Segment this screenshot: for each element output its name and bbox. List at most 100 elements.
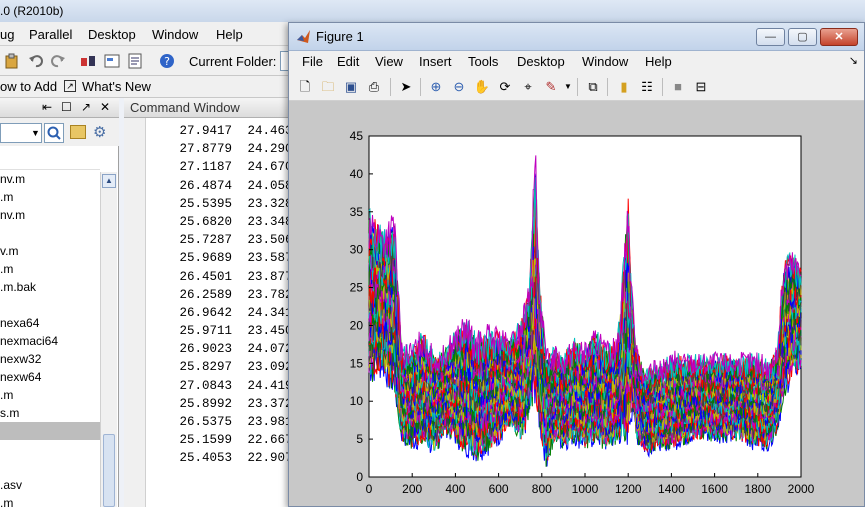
scroll-up-icon[interactable]: ▲	[102, 174, 116, 188]
fig-menu-edit[interactable]: Edit	[337, 54, 359, 69]
panel-undock-icon[interactable]: ⇤	[42, 100, 52, 114]
save-icon[interactable]: ▣	[342, 78, 360, 96]
plot-area[interactable]: 0 200 400 600 800 1000 1200 1400 1600 1800 2000 0 5 1…	[289, 101, 865, 507]
command-output-value: 27.9417	[179, 124, 232, 138]
guide-icon[interactable]	[104, 53, 120, 69]
fig-menu-tools[interactable]: Tools	[468, 54, 498, 69]
menu-desktop[interactable]: Desktop	[88, 27, 136, 42]
file-list-item[interactable]: .m	[0, 494, 100, 507]
pointer-icon[interactable]: ➤	[397, 78, 415, 96]
file-list-item[interactable]: nexw64	[0, 368, 100, 386]
whats-new-link[interactable]: What's New	[82, 79, 151, 94]
fig-menu-help[interactable]: Help	[645, 54, 672, 69]
panel-close-icon[interactable]: ✕	[100, 100, 110, 114]
toolbar-separator	[662, 78, 663, 96]
x-tick-label: 2000	[788, 482, 815, 496]
scroll-thumb[interactable]	[103, 434, 115, 507]
colorbar-icon[interactable]: ▮	[615, 78, 633, 96]
help-icon[interactable]: ?	[159, 53, 175, 69]
file-list-item[interactable]	[0, 296, 100, 314]
x-tick-label: 400	[445, 482, 465, 496]
menu-debug[interactable]: ug	[0, 27, 14, 42]
figure-window[interactable]: Figure 1 — ▢ ✕ File Edit View Insert Too…	[288, 22, 865, 507]
folder-path-dropdown[interactable]: ▼	[0, 123, 42, 143]
toolbar-separator	[577, 78, 578, 96]
figure-canvas[interactable]: 0 200 400 600 800 1000 1200 1400 1600 1800 2000 0 5 1…	[289, 101, 865, 507]
file-list-item[interactable]: .m	[0, 260, 100, 278]
paste-icon[interactable]	[4, 53, 20, 69]
menu-window[interactable]: Window	[152, 27, 198, 42]
x-tick-label: 800	[532, 482, 552, 496]
fig-menu-insert[interactable]: Insert	[419, 54, 452, 69]
shortcuts-howto-link[interactable]: ow to Add	[0, 79, 57, 94]
minimize-button[interactable]: —	[756, 28, 785, 46]
command-output-value: 26.4501	[179, 269, 232, 284]
file-list-item[interactable]: .m.bak	[0, 278, 100, 296]
legend-icon[interactable]: ☷	[638, 78, 656, 96]
menu-dock-arrow-icon[interactable]: ↘	[849, 54, 858, 67]
data-cursor-icon[interactable]: ⌖	[519, 78, 537, 96]
fig-menu-view[interactable]: View	[375, 54, 403, 69]
file-list-item[interactable]: v.m	[0, 242, 100, 260]
file-list-item[interactable]: nexa64	[0, 314, 100, 332]
brush-dropdown-icon[interactable]: ▼	[559, 78, 577, 96]
command-output-value: 27.0843	[179, 378, 232, 393]
command-output-row: 25.9711 23.4500	[164, 322, 300, 340]
file-list-item[interactable]: nv.m	[0, 206, 100, 224]
brush-icon[interactable]: ✎	[542, 78, 560, 96]
menu-parallel[interactable]: Parallel	[29, 27, 72, 42]
link-plot-icon[interactable]: ⧉	[584, 78, 602, 96]
command-output-row: 26.9642 24.3415	[164, 304, 300, 322]
undo-icon[interactable]	[28, 53, 44, 69]
file-list-item[interactable]	[0, 224, 100, 242]
command-output-row: 27.0843 24.4193	[164, 377, 300, 395]
file-list-item[interactable]	[0, 440, 100, 458]
panel-maximize-icon[interactable]: ☐	[61, 100, 72, 114]
file-list-item[interactable]: nv.m	[0, 170, 100, 188]
simulink-icon[interactable]	[80, 53, 96, 69]
file-list-item[interactable]: s.m	[0, 404, 100, 422]
menu-help[interactable]: Help	[216, 27, 243, 42]
close-button[interactable]: ✕	[820, 28, 858, 46]
matlab-titlebar: .0 (R2010b)	[0, 0, 865, 22]
y-tick-label: 10	[350, 394, 364, 408]
toolbar-separator	[420, 78, 421, 96]
command-output-row: 25.9689 23.5873	[164, 249, 300, 267]
figure-menubar: File Edit View Insert Tools Desktop Wind…	[289, 51, 864, 73]
show-plot-tools-icon[interactable]: ⊟	[692, 78, 710, 96]
file-list-item[interactable]: nexw32	[0, 350, 100, 368]
rotate-3d-icon[interactable]: ⟳	[496, 78, 514, 96]
search-button[interactable]	[44, 123, 64, 143]
gear-icon[interactable]: ⚙	[93, 123, 106, 141]
hide-plot-tools-icon[interactable]: ■	[669, 78, 687, 96]
print-icon[interactable]: ⎙	[365, 78, 383, 96]
x-tick-label: 200	[402, 482, 422, 496]
file-list-item[interactable]: .m	[0, 386, 100, 404]
redo-icon[interactable]	[50, 53, 66, 69]
new-figure-icon[interactable]: 🗋	[296, 78, 314, 96]
command-output-value: 25.4053	[179, 451, 232, 466]
command-output-value: 25.8297	[179, 360, 232, 375]
fig-menu-file[interactable]: File	[302, 54, 323, 69]
open-icon[interactable]: 🗀	[319, 78, 337, 96]
profiler-icon[interactable]	[127, 53, 143, 69]
fig-menu-window[interactable]: Window	[582, 54, 628, 69]
file-list-item[interactable]: .m	[0, 188, 100, 206]
y-tick-label: 15	[350, 356, 364, 370]
pan-icon[interactable]: ✋	[473, 78, 491, 96]
zoom-in-icon[interactable]: ⊕	[427, 78, 445, 96]
command-output-value: 25.8992	[179, 396, 232, 411]
panel-popout-icon[interactable]: ↗	[81, 100, 91, 114]
maximize-button[interactable]: ▢	[788, 28, 817, 46]
fig-menu-desktop[interactable]: Desktop	[517, 54, 565, 69]
figure-titlebar[interactable]: Figure 1 — ▢ ✕	[289, 23, 864, 51]
zoom-out-icon[interactable]: ⊖	[450, 78, 468, 96]
file-list-item[interactable]: nexmaci64	[0, 332, 100, 350]
file-list-item[interactable]: .asv	[0, 476, 100, 494]
folder-scrollbar[interactable]: ▲	[100, 172, 117, 507]
whats-new-icon: ↗	[64, 80, 76, 92]
file-list-item[interactable]	[0, 422, 100, 440]
file-list-item[interactable]	[0, 458, 100, 476]
x-tick-label: 1200	[615, 482, 642, 496]
folder-up-icon[interactable]	[70, 125, 86, 139]
